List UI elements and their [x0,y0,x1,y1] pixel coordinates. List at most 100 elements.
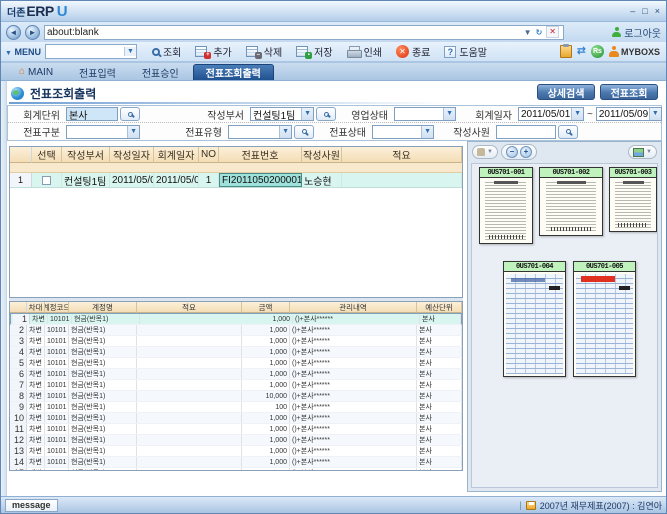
column-header-NO[interactable]: NO [199,147,219,163]
table-row[interactable]: 13차변10101현금(반목1)1,000()+본사******본사 [10,446,462,457]
voucher-type-select[interactable]: ▼ [228,125,292,139]
writer-input[interactable] [496,125,556,139]
voucher-status-select[interactable]: ▼ [372,125,434,139]
table-row[interactable]: 5차변10101현금(반목1)1,000()+본사******본사 [10,358,462,369]
forward-button[interactable]: ► [25,25,40,40]
table-row[interactable]: 12차변10101현금(반목1)1,000()+본사******본사 [10,435,462,446]
chevron-down-icon: ▼ [571,108,583,120]
message-button[interactable]: message [5,499,58,512]
logout-button[interactable]: 로그아웃 [612,25,661,40]
column-header-적요[interactable]: 적요 [342,147,462,163]
column-header-선택[interactable]: 선택 [32,147,62,163]
tab-voucher-approve[interactable]: 전표승인 [130,64,191,80]
table-row[interactable]: 3차변10101현금(반목1)1,000()+본사******본사 [10,336,462,347]
receipt-thumbnail[interactable]: 0US701-001 [479,167,533,244]
column-header-계정명[interactable]: 계정명 [69,302,137,313]
grid-cell: 현금(반목1) [69,446,137,456]
row-checkbox[interactable] [42,176,51,185]
table-row[interactable]: 14차변10101현금(반목1)1,000()+본사******본사 [10,457,462,468]
sales-status-select[interactable]: ▼ [394,107,456,121]
print-button[interactable]: 인쇄 [340,43,389,60]
writer-search-button[interactable] [558,125,578,139]
refresh-icon[interactable]: ↻ [536,28,543,37]
search-button[interactable]: 조회 [145,43,188,60]
column-header-적요[interactable]: 적요 [137,302,242,313]
grid-cell: 11 [10,424,27,434]
receipt-thumbnail-area: 0US701-0010US701-0020US701-003 0US701-004… [471,163,658,488]
close-button[interactable]: × [655,6,660,16]
voucher-div-select[interactable]: ▼ [66,125,140,139]
add-button[interactable]: +추가 [188,43,238,60]
acct-unit-input[interactable] [66,107,118,121]
receipt-thumbnail[interactable]: 0US701-002 [539,167,603,236]
receipt-thumbnail[interactable]: 0US701-005 [573,261,636,377]
table-row[interactable]: 1컨설팅1팀2011/05/022011/05/021FI20110502000… [10,173,462,188]
stop-icon[interactable]: ✕ [546,26,559,38]
menu-combo[interactable]: ▼ [45,44,137,59]
dept-select[interactable]: 컨설팅1팀▼ [250,107,314,121]
receipt-thumbnail[interactable]: 0US701-004 [503,261,566,377]
rs-icon[interactable]: Rs [591,45,604,58]
grid-cell[interactable] [32,173,62,187]
help-button[interactable]: ?도움말 [437,43,494,60]
grid-cell: 10101 [48,316,72,323]
grid-cell: 12 [10,435,27,445]
myboxs-button[interactable]: MYBOXS [609,46,660,57]
column-header-예산단위[interactable]: 예산단위 [417,302,462,313]
grid-cell: 현금(반목1) [69,358,137,368]
column-header-작성사원[interactable]: 작성사원 [302,147,342,163]
table-row[interactable]: 10차변10101현금(반목1)1,000()+본사******본사 [10,413,462,424]
zoom-in-button[interactable]: + [520,146,532,158]
address-dropdown-icon[interactable]: ▼ [524,28,532,37]
tab-voucher-entry[interactable]: 전표입력 [67,64,128,80]
image-mode-button[interactable]: ▼ [628,145,657,159]
table-row[interactable]: 1차변10101현금(반목1)1,000()+본사******본사 [10,313,462,325]
table-row[interactable]: 6차변10101현금(반목1)1,000()+본사******본사 [10,369,462,380]
column-header-계정코드[interactable]: 계정코드 [45,302,69,313]
exit-button[interactable]: ✕종료 [389,43,437,60]
voucher-type-search-button[interactable] [294,125,314,139]
column-header-관리내역[interactable]: 관리내역 [290,302,417,313]
table-row[interactable]: 15대변10101현금(반목1)10,000()+본사******본사 [10,468,462,471]
filter-panel: 회계단위 작성부서 컨설팅1팀▼ 영업상태 ▼ 회계일자 2011/05/01▼… [7,105,662,141]
dept-search-button[interactable] [316,107,336,121]
table-row[interactable]: 4차변10101현금(반목1)1,000()+본사******본사 [10,347,462,358]
acct-date-to[interactable]: 2011/05/09▼ [596,107,662,121]
detail-search-button[interactable]: 상세검색 [537,84,595,100]
minimize-button[interactable]: – [630,6,635,16]
voucher-search-button[interactable]: 전표조회 [600,84,658,100]
delete-button[interactable]: –삭제 [239,43,289,60]
voucher-status-label: 전표상태 [314,124,366,139]
table-row[interactable]: 8차변10101현금(반목1)10,000()+본사******본사 [10,391,462,402]
table-row[interactable]: 11차변10101현금(반목1)1,000()+본사******본사 [10,424,462,435]
clipboard-icon[interactable] [560,45,572,58]
column-header-작성부서[interactable]: 작성부서 [62,147,110,163]
table-row[interactable]: 7차변10101현금(반목1)1,000()+본사******본사 [10,380,462,391]
sync-icon[interactable]: ⇄ [577,45,586,58]
grid-cell: ()+본사****** [290,369,417,379]
maximize-button[interactable]: □ [642,6,647,16]
grid-cell [137,380,242,390]
column-header-작성일자[interactable]: 작성일자 [110,147,154,163]
column-header-차대[interactable]: 차대 [27,302,45,313]
menu-label[interactable]: ▼ MENU [5,47,41,57]
voucher-no-cell[interactable]: FI2011050200001 [219,173,302,187]
table-row[interactable]: 9차변10101현금(반목1)100()+본사******본사 [10,402,462,413]
table-row[interactable]: 2차변10101현금(반목1)1,000()+본사******본사 [10,325,462,336]
grid-cell: 10 [10,413,27,423]
grid-cell: ()+본사****** [290,424,417,434]
tab-voucher-inquiry[interactable]: 전표조회출력 [193,64,274,80]
tab-main[interactable]: ⌂MAIN [7,64,65,80]
receipt-thumbnail[interactable]: 0US701-003 [609,167,657,232]
zoom-out-button[interactable]: – [506,146,518,158]
column-header-회계일자[interactable]: 회계일자 [154,147,199,163]
save-icon: ▪ [296,45,311,58]
acct-date-from[interactable]: 2011/05/01▼ [518,107,584,121]
back-button[interactable]: ◄ [6,25,21,40]
pan-tool-button[interactable]: ▼ [472,145,498,159]
column-header-금액[interactable]: 금액 [242,302,290,313]
acct-unit-search-button[interactable] [120,107,140,121]
column-header-전표번호[interactable]: 전표번호 [219,147,302,163]
address-input[interactable] [47,26,522,39]
save-button[interactable]: ▪저장 [289,43,339,60]
